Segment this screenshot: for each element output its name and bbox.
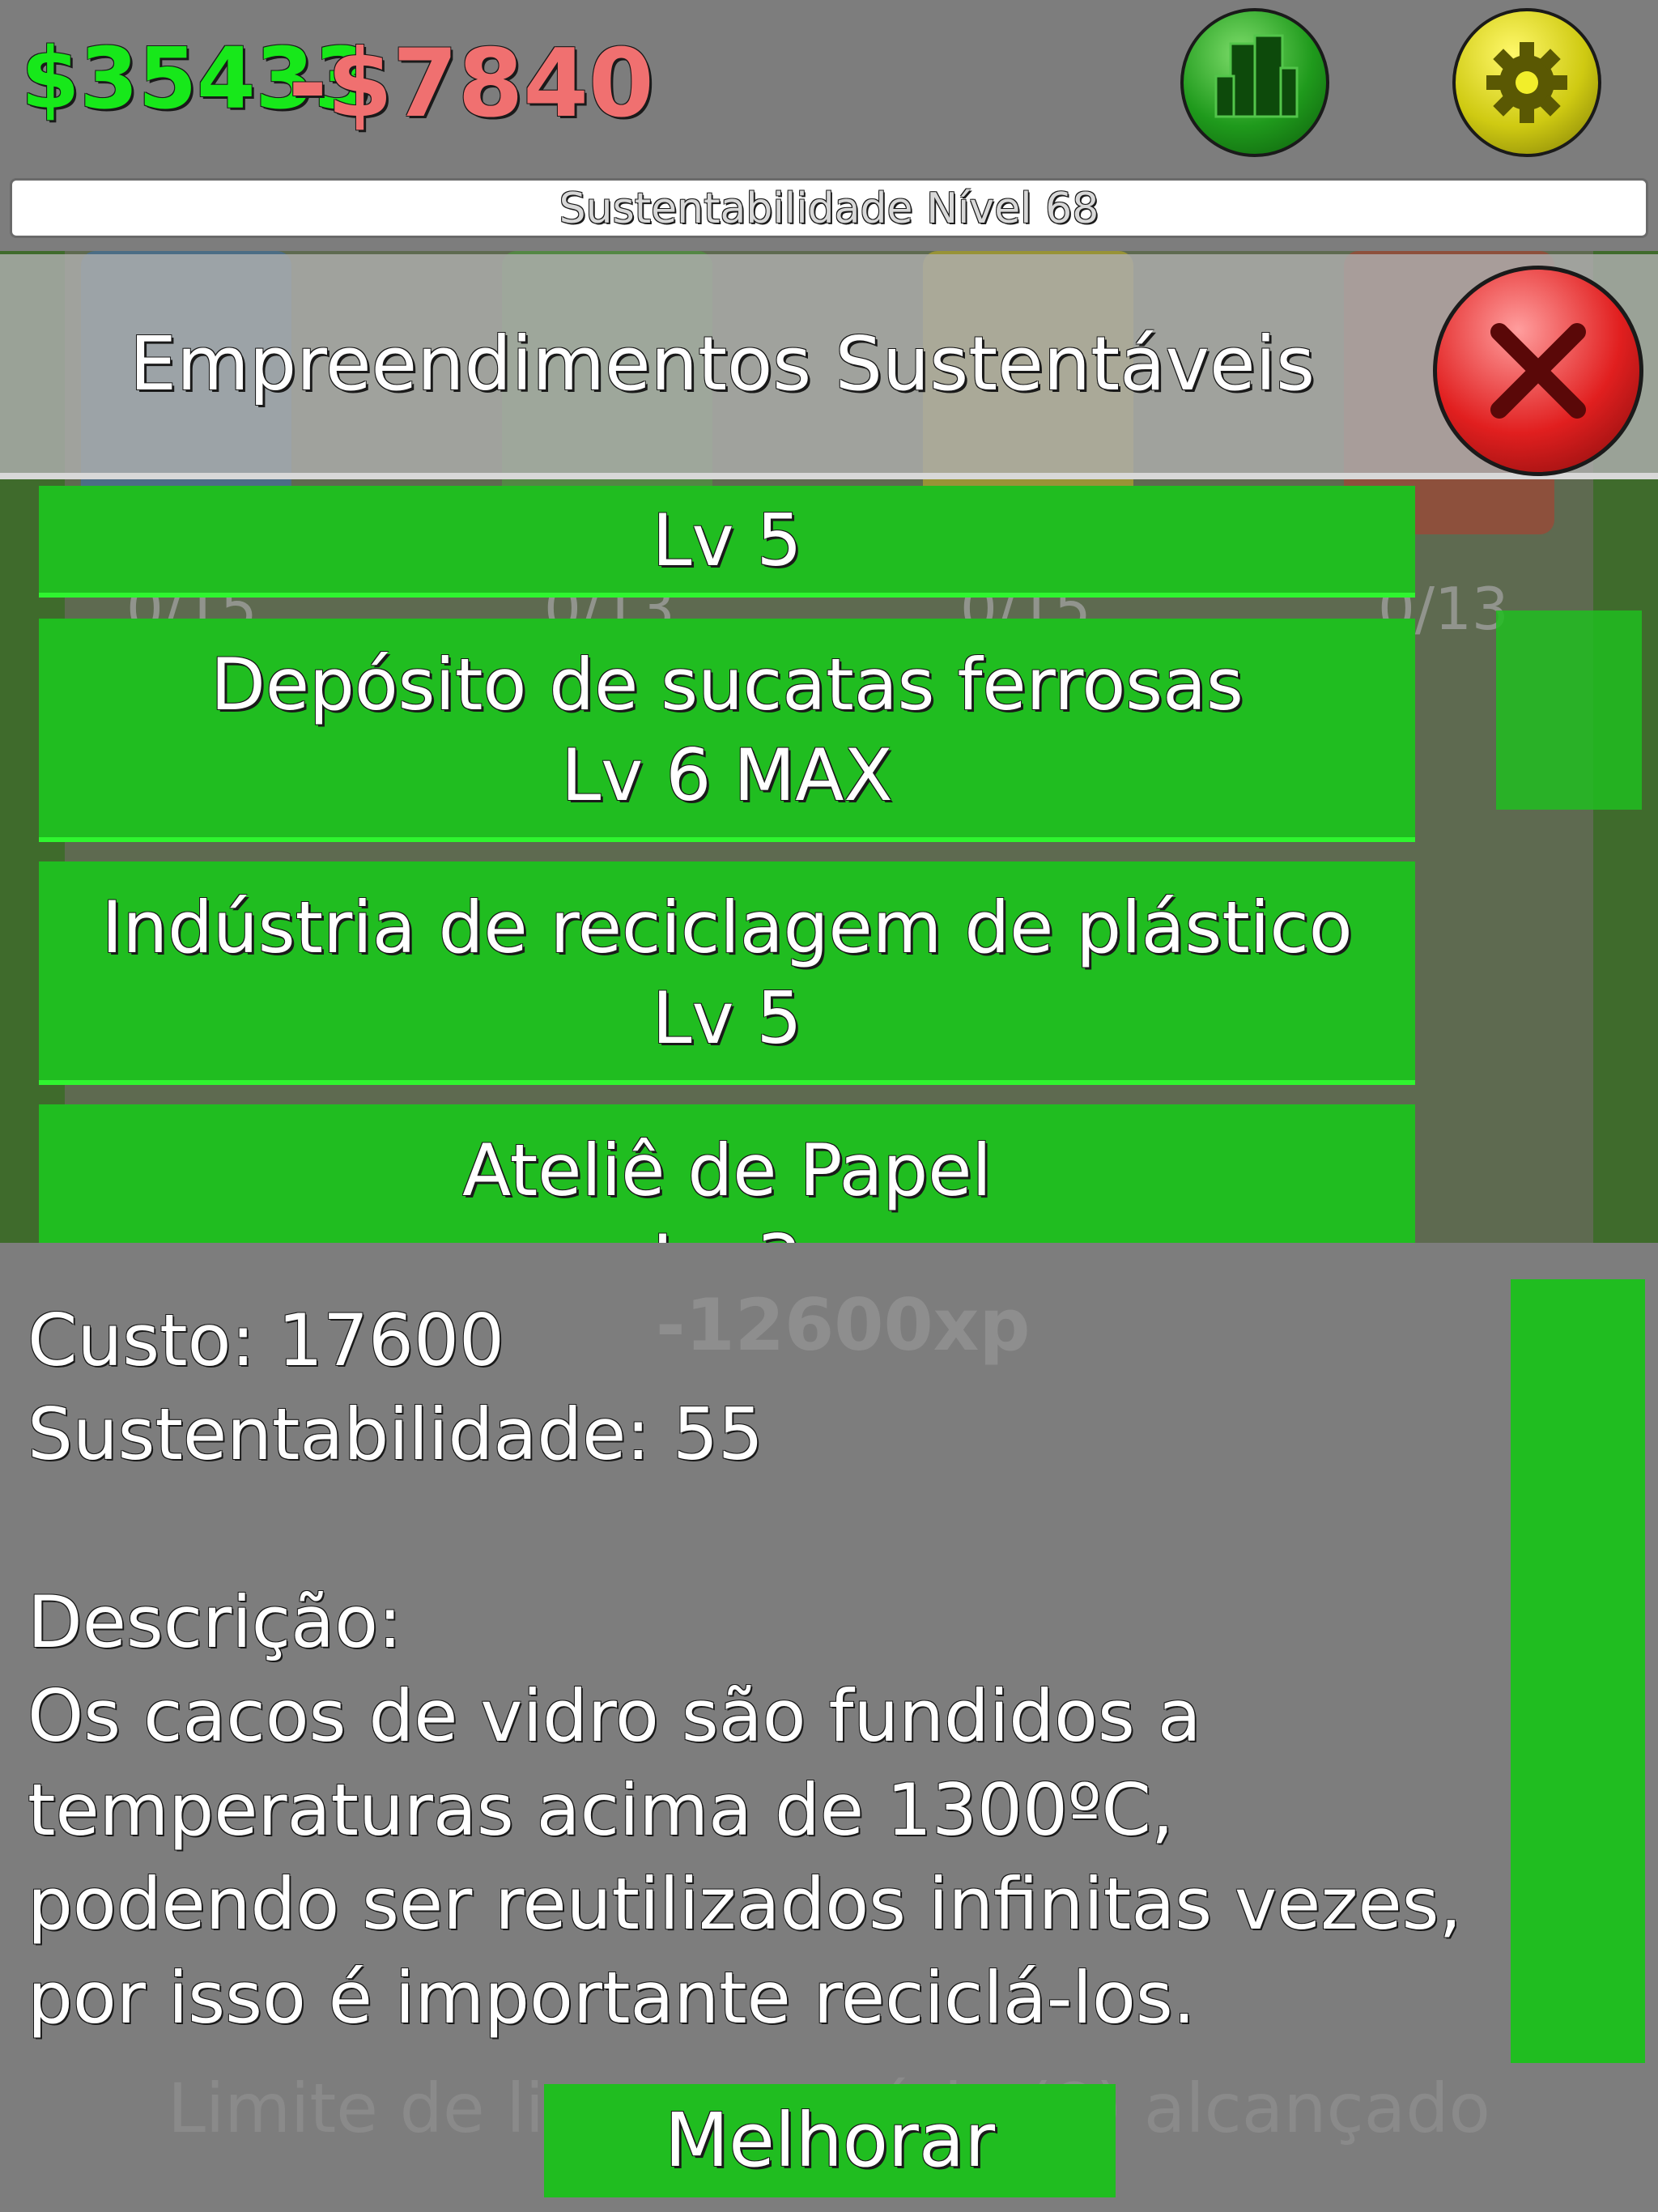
modal-title: Empreendimentos Sustentáveis [130, 321, 1316, 407]
xp-floating-text: -12600xp [656, 1283, 1031, 1367]
cost-label: Custo: 17600 [28, 1299, 504, 1382]
list-scrollbar[interactable] [1496, 610, 1642, 810]
sustainability-level-label: Sustentabilidade Nível 68 [559, 185, 1099, 233]
gear-icon [1486, 42, 1567, 123]
description-line: Os cacos de vidro são fundidos a [28, 1674, 1201, 1758]
item-level: Lv 5 [652, 976, 802, 1060]
item-name: Ateliê de Papel [462, 1129, 992, 1212]
detail-scrollbar[interactable] [1511, 1279, 1645, 2063]
settings-button[interactable] [1452, 8, 1601, 157]
item-name: Indústria de reciclagem de plástico [101, 886, 1353, 969]
description-line: podendo ser reutilizados infinitas vezes… [28, 1862, 1462, 1946]
sustainability-value: Sustentabilidade: 55 [28, 1393, 763, 1476]
item-level: Lv 5 [652, 499, 802, 582]
city-building-icon [1214, 34, 1299, 118]
list-item[interactable]: Ateliê de Papel Lv 3 [39, 1104, 1415, 1243]
list-item[interactable]: Lv 5 [39, 486, 1415, 598]
city-button[interactable] [1180, 8, 1329, 157]
item-name: Depósito de sucatas ferrosas [210, 643, 1244, 726]
item-level: Lv 6 MAX [561, 734, 893, 817]
upgrade-button[interactable]: Melhorar [544, 2084, 1116, 2197]
close-button[interactable] [1433, 266, 1643, 476]
list-item[interactable]: Depósito de sucatas ferrosas Lv 6 MAX [39, 619, 1415, 842]
list-item[interactable]: Indústria de reciclagem de plástico Lv 5 [39, 861, 1415, 1085]
description-line: por isso é importante reciclá-los. [28, 1956, 1196, 2040]
item-level: Lv 3 [39, 1216, 1415, 1243]
enterprise-list[interactable]: Lv 5 Depósito de sucatas ferrosas Lv 6 M… [39, 486, 1415, 1243]
close-x-icon [1490, 323, 1586, 419]
description-line: temperaturas acima de 1300ºC, [28, 1768, 1174, 1852]
money-change: -$7840 [288, 29, 654, 138]
description-label: Descrição: [28, 1580, 402, 1664]
